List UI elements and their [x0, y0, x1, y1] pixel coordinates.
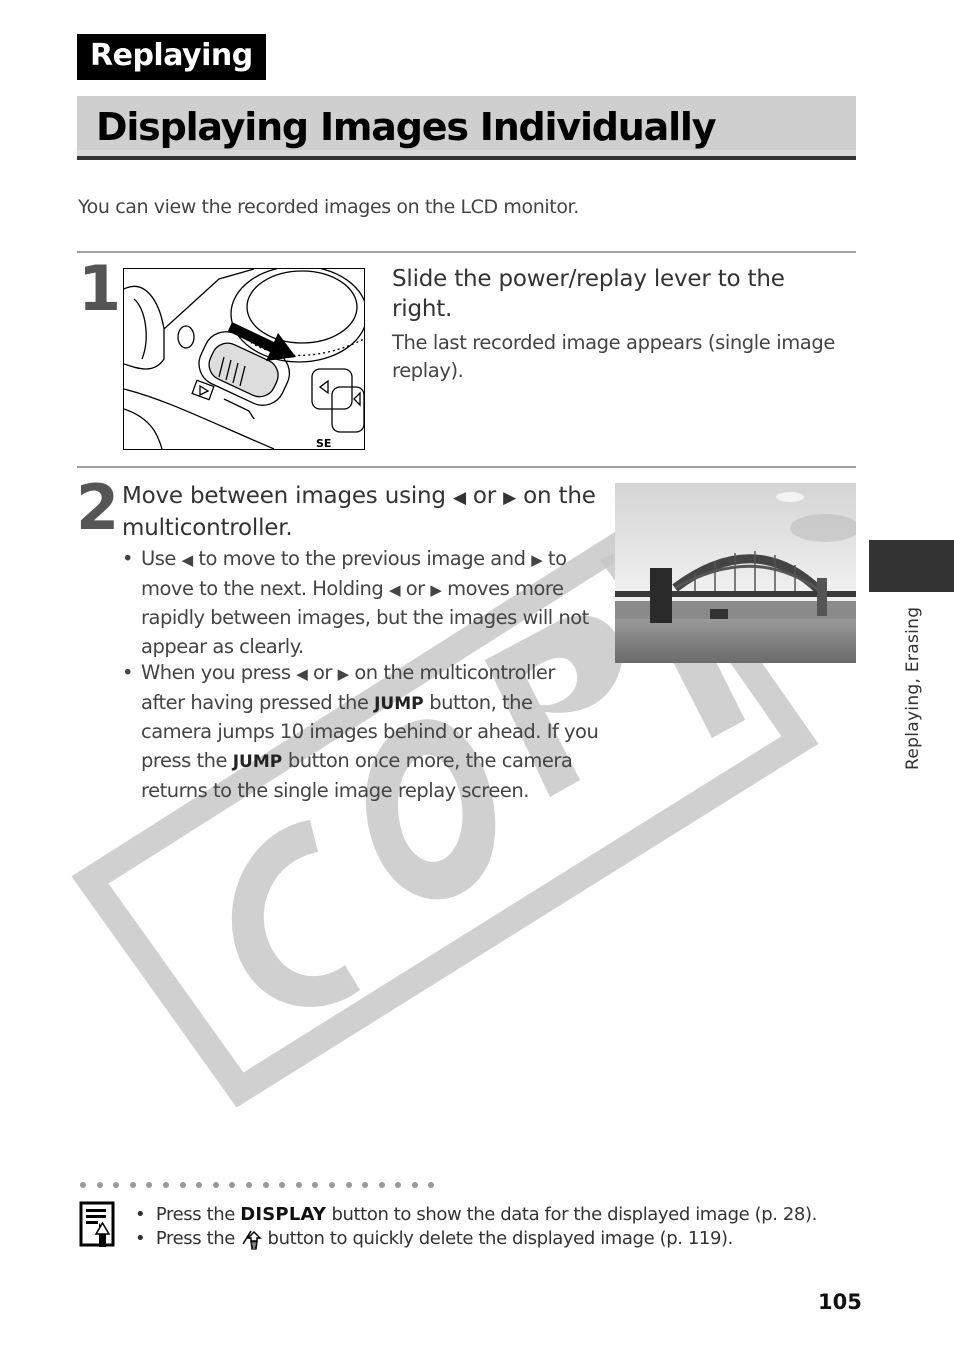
step-2-divider: [77, 466, 856, 468]
camera-lever-illustration: SE: [123, 268, 365, 450]
right-arrow-icon: ▶: [337, 665, 350, 683]
step-2-heading: Move between images using ◀ or ▶ on the …: [122, 483, 596, 541]
right-arrow-icon: ▶: [503, 488, 517, 508]
title-bar: Displaying Images Individually: [77, 96, 856, 160]
step-2-bullet-2: • When you press ◀ or ▶ on the multicont…: [122, 661, 599, 802]
chapter-side-tab: [869, 540, 954, 592]
right-arrow-icon: ▶: [531, 551, 543, 569]
step-1-divider: [77, 251, 856, 253]
chapter-side-label: Replaying, Erasing: [903, 606, 923, 770]
left-arrow-icon: ◀: [452, 488, 466, 508]
bullet-dot: •: [135, 1204, 146, 1225]
svg-text:SE: SE: [316, 437, 331, 449]
right-arrow-icon: ▶: [430, 580, 442, 599]
step-2-bullet-1: • Use ◀ to move to the previous image an…: [122, 547, 589, 659]
page-number: 105: [818, 1290, 862, 1314]
page-title: Displaying Images Individually: [96, 105, 716, 149]
step-2-number: 2: [76, 471, 119, 544]
memo-icon: [79, 1201, 115, 1247]
erase-button-icon: [242, 1230, 263, 1250]
notes-dotted-separator: [80, 1182, 435, 1188]
left-arrow-icon: ◀: [388, 580, 401, 599]
jump-button-label: JUMP: [374, 693, 424, 714]
step-1-description: The last recorded image appears (single …: [392, 331, 835, 382]
display-button-label: DISPLAY: [240, 1204, 327, 1225]
left-arrow-icon: ◀: [181, 551, 194, 569]
bullet-dot: •: [122, 661, 134, 684]
step-1-heading: Slide the power/replay lever to the righ…: [392, 266, 785, 322]
left-arrow-icon: ◀: [296, 665, 308, 683]
bullet-dot: •: [135, 1228, 146, 1249]
bullet-dot: •: [122, 547, 134, 570]
intro-text: You can view the recorded images on the …: [78, 196, 579, 218]
note-item-2: • Press the button to quickly delete the…: [135, 1228, 733, 1250]
note-item-1: • Press the DISPLAY button to show the d…: [135, 1204, 817, 1225]
watermark-letter-c: [231, 820, 360, 1007]
harbour-bridge-photo: [615, 483, 856, 663]
jump-button-label: JUMP: [232, 752, 283, 773]
step-1-number: 1: [78, 252, 121, 325]
section-tag: Replaying: [77, 34, 266, 80]
